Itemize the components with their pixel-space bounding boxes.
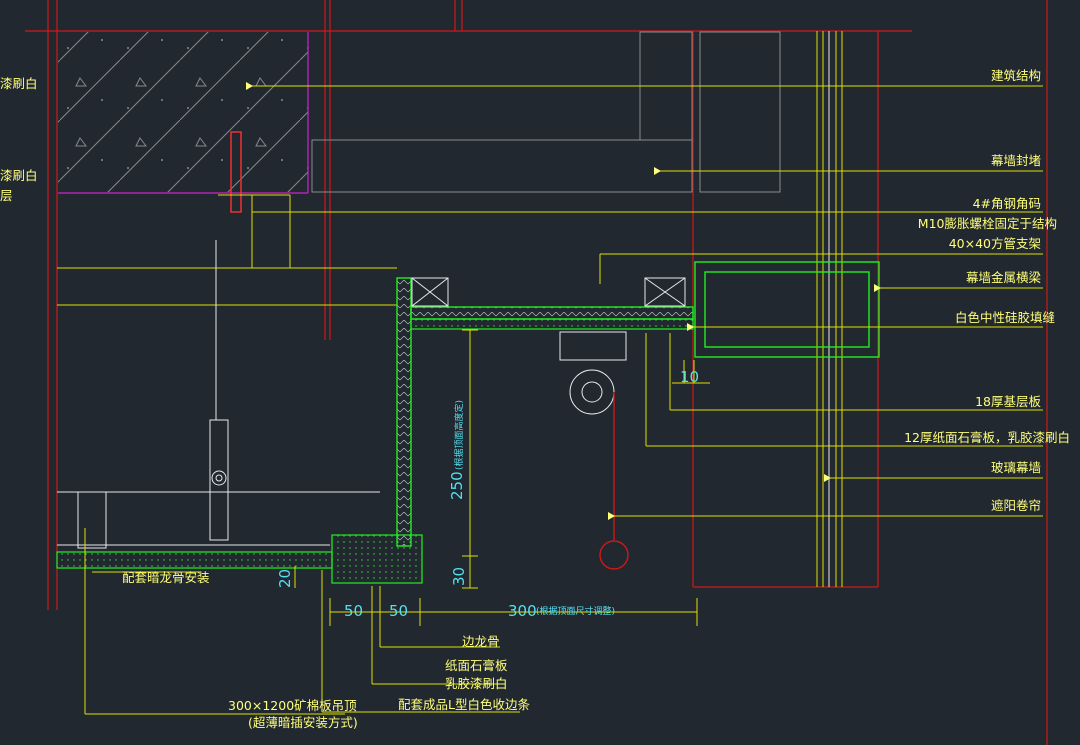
left-edge-labels: 漆刷白 漆刷白 层 [0, 76, 38, 203]
label-latex-paint: 乳胶漆刷白 [445, 676, 508, 691]
roller-blind [559, 331, 629, 570]
concrete-slab [58, 32, 309, 194]
label-mineral-ceiling: 300×1200矿棉板吊顶 [228, 698, 357, 713]
metal-crossbeam [694, 261, 880, 358]
steel-bracket [57, 131, 397, 549]
ceiling-panel [56, 551, 333, 569]
dim-50-a: 50 [344, 602, 363, 620]
dim-300-note: (根据顶面尺寸调整) [536, 605, 615, 617]
label-ceiling-note: (超薄暗插安装方式) [248, 715, 358, 730]
callout-expansion-bolt: M10膨胀螺栓固定于结构 [918, 216, 1057, 231]
callout-glass-curtain-wall: 玻璃幕墙 [991, 460, 1041, 475]
callout-metal-crossbeam: 幕墙金属横梁 [966, 270, 1042, 285]
left-fragment-2: 漆刷白 [0, 168, 38, 183]
curtain-wall-seal [311, 31, 781, 193]
dim-30: 30 [450, 567, 468, 586]
left-fragment-1: 漆刷白 [0, 76, 38, 91]
callout-building-structure: 建筑结构 [991, 68, 1041, 83]
left-fragment-3: 层 [0, 188, 13, 203]
cad-canvas[interactable]: 建筑结构 幕墙封堵 4#角钢角码 M10膨胀螺栓固定于结构 40×40方管支架 … [0, 0, 1080, 745]
cad-drawing-viewport[interactable]: 建筑结构 幕墙封堵 4#角钢角码 M10膨胀螺栓固定于结构 40×40方管支架 … [0, 0, 1080, 745]
dim-250: 250 [448, 471, 466, 500]
dim-50-b: 50 [389, 602, 408, 620]
label-trim: 配套成品L型白色收边条 [398, 697, 530, 712]
label-side-keel: 边龙骨 [462, 634, 500, 649]
dim-300: 300 [508, 602, 537, 620]
gypsum-soffit [331, 277, 694, 584]
dim-20: 20 [276, 569, 294, 588]
callout-curtain-wall-seal: 幕墙封堵 [991, 153, 1041, 168]
label-gypsum: 纸面石膏板 [445, 658, 508, 673]
label-hidden-keel: 配套暗龙骨安装 [122, 570, 210, 585]
callout-roller-blind: 遮阳卷帘 [991, 498, 1041, 513]
callout-silicone-seal: 白色中性硅胶填缝 [955, 310, 1055, 325]
callout-base-board: 18厚基层板 [975, 394, 1041, 409]
bottom-labels: 配套暗龙骨安装 边龙骨 纸面石膏板 乳胶漆刷白 配套成品L型白色收边条 300×… [122, 570, 530, 730]
callout-square-tube: 40×40方管支架 [949, 236, 1041, 251]
callout-leaders [246, 82, 1043, 520]
dim-10: 10 [680, 368, 699, 386]
dim-250-note: (根据顶面高度定) [453, 400, 465, 470]
callout-angle-bracket: 4#角钢角码 [973, 196, 1041, 211]
callout-gypsum-board: 12厚纸面石膏板，乳胶漆刷白 [904, 430, 1070, 445]
glass-curtain-wall [816, 31, 843, 587]
